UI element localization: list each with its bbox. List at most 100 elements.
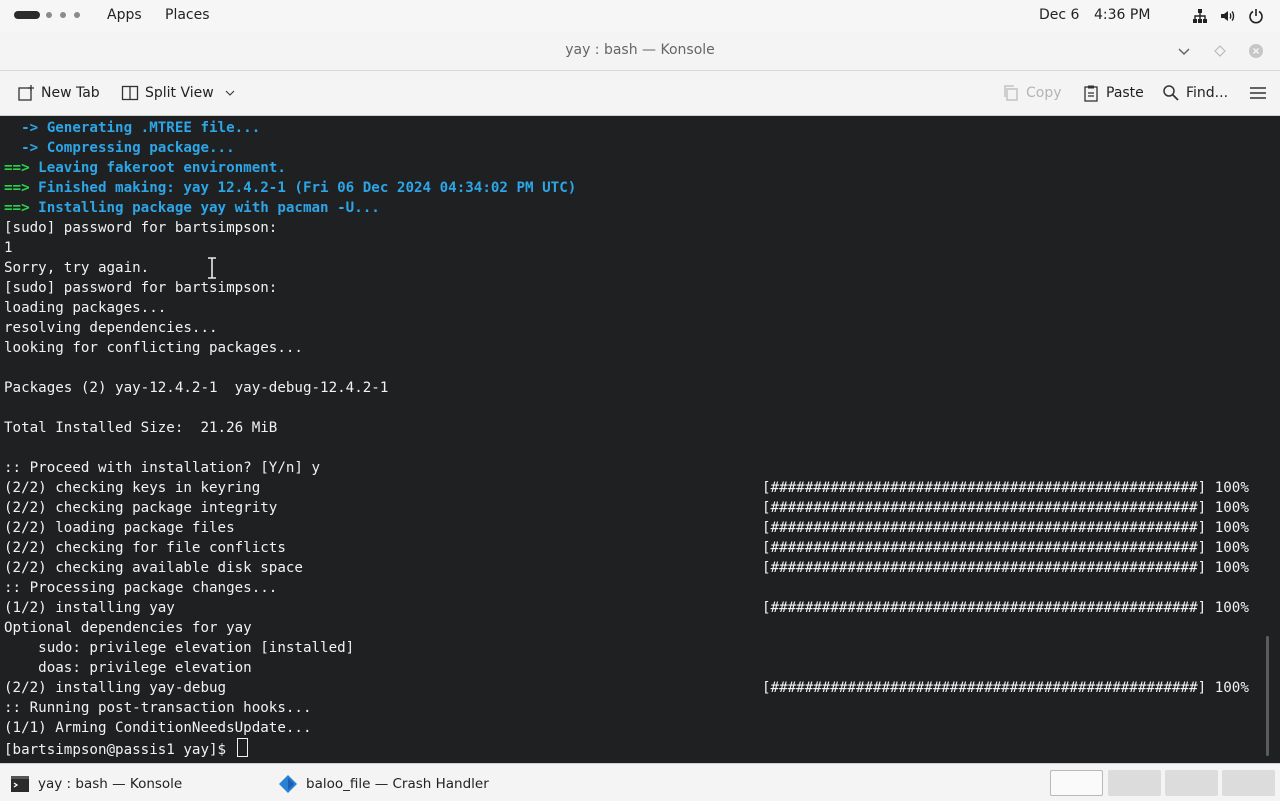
clock-date[interactable]: Dec 6 — [1039, 7, 1079, 23]
terminal-line: ==> Leaving fakeroot environment. — [4, 158, 1259, 178]
terminal-text: :: Running post-transaction hooks... — [4, 700, 312, 716]
close-icon[interactable] — [1248, 43, 1264, 59]
terminal-line: (1/2) installing yay [###################… — [4, 598, 1259, 618]
progress-bar-text: [#######################################… — [762, 600, 1249, 616]
places-menu[interactable]: Places — [165, 7, 210, 23]
terminal-text: [sudo] password for bartsimpson: — [4, 220, 278, 236]
terminal-line: :: Processing package changes... — [4, 578, 1259, 598]
terminal-text: -> — [4, 120, 47, 136]
clock-time[interactable]: 4:36 PM — [1094, 7, 1150, 23]
new-tab-button[interactable]: New Tab — [17, 84, 100, 102]
taskbar-item-crash-handler[interactable]: baloo_file — Crash Handler — [278, 774, 489, 794]
terminal-line: Packages (2) yay-12.4.2-1 yay-debug-12.4… — [4, 378, 1259, 398]
terminal-text: Installing package yay with pacman -U... — [38, 200, 380, 216]
terminal-line: -> Compressing package... — [4, 138, 1259, 158]
terminal-line: resolving dependencies... — [4, 318, 1259, 338]
crash-handler-icon — [279, 775, 297, 793]
terminal-text: (1/2) installing yay — [4, 600, 175, 616]
paste-label: Paste — [1106, 85, 1144, 101]
terminal-text: (2/2) loading package files — [4, 520, 235, 536]
terminal-text: Leaving fakeroot environment. — [38, 160, 286, 176]
paste-button[interactable]: Paste — [1082, 84, 1144, 102]
terminal-output: -> Generating .MTREE file... -> Compress… — [4, 118, 1259, 758]
terminal-text: resolving dependencies... — [4, 320, 218, 336]
terminal-text: (2/2) checking available disk space — [4, 560, 303, 576]
taskbar-item-konsole[interactable]: yay : bash — Konsole — [10, 774, 182, 794]
volume-icon[interactable] — [1220, 8, 1236, 24]
terminal-text: (2/2) checking for file conflicts — [4, 540, 286, 556]
minimize-chevron-icon[interactable] — [1176, 43, 1192, 59]
taskbar-item-label: yay : bash — Konsole — [38, 776, 183, 792]
progress-bar-text: [#######################################… — [762, 560, 1249, 576]
terminal-text: Compressing package... — [46, 140, 235, 156]
maximize-diamond-icon[interactable] — [1212, 43, 1228, 59]
terminal-text: loading packages... — [4, 300, 167, 316]
apps-menu[interactable]: Apps — [107, 7, 142, 23]
terminal-text: ==> — [4, 180, 39, 196]
terminal-text: -> — [4, 140, 47, 156]
terminal-line: Sorry, try again. — [4, 258, 1259, 278]
workspace-1[interactable] — [1050, 770, 1103, 796]
progress-bar-text: [#######################################… — [762, 540, 1249, 556]
paste-icon — [1084, 85, 1098, 102]
konsole-toolbar: New Tab Split View Copy Paste Find... — [0, 71, 1280, 116]
terminal-line: -> Generating .MTREE file... — [4, 118, 1259, 138]
workspace-2[interactable] — [1108, 770, 1161, 796]
terminal-line: (1/1) Arming ConditionNeedsUpdate... — [4, 718, 1259, 738]
terminal-cursor — [236, 738, 248, 757]
terminal-text: ==> — [4, 160, 39, 176]
network-icon[interactable] — [1192, 8, 1208, 24]
terminal-line: (2/2) loading package files [############… — [4, 518, 1259, 538]
terminal-view[interactable]: -> Generating .MTREE file... -> Compress… — [0, 116, 1280, 761]
terminal-line: (2/2) checking keys in keyring [#########… — [4, 478, 1259, 498]
window-title: yay : bash — Konsole — [565, 42, 715, 58]
terminal-line: doas: privilege elevation — [4, 658, 1259, 678]
terminal-text: Generating .MTREE file... — [46, 120, 261, 136]
terminal-line: :: Running post-transaction hooks... — [4, 698, 1259, 718]
terminal-text: [sudo] password for bartsimpson: — [4, 280, 278, 296]
terminal-line: (2/2) checking package integrity [#######… — [4, 498, 1259, 518]
split-view-button[interactable]: Split View — [121, 84, 236, 102]
search-icon — [1163, 85, 1179, 101]
find-button[interactable]: Find... — [1162, 84, 1228, 102]
terminal-text: looking for conflicting packages... — [4, 340, 303, 356]
split-view-icon — [121, 85, 139, 101]
top-panel: Apps Places Dec 6 4:36 PM — [0, 0, 1280, 32]
terminal-line: Optional dependencies for yay — [4, 618, 1259, 638]
split-view-label: Split View — [145, 85, 214, 101]
workspace-4[interactable] — [1222, 770, 1275, 796]
terminal-text: Packages (2) yay-12.4.2-1 yay-debug-12.4… — [4, 380, 389, 396]
terminal-text: 1 — [4, 240, 13, 256]
progress-bar-text: [#######################################… — [762, 520, 1249, 536]
progress-bar-text: [#######################################… — [762, 480, 1249, 496]
window-titlebar[interactable]: yay : bash — Konsole — [0, 32, 1280, 71]
terminal-text: :: Proceed with installation? [Y/n] y — [4, 460, 321, 476]
copy-button[interactable]: Copy — [1002, 84, 1062, 102]
shell-prompt-line[interactable]: [bartsimpson@passis1 yay]$ — [4, 738, 1259, 758]
terminal-scrollbar[interactable] — [1266, 636, 1269, 756]
terminal-text: ==> — [4, 200, 39, 216]
taskbar-item-label: baloo_file — Crash Handler — [306, 776, 489, 792]
copy-label: Copy — [1026, 85, 1062, 101]
find-label: Find... — [1186, 85, 1229, 101]
new-tab-label: New Tab — [41, 85, 100, 101]
power-icon[interactable] — [1248, 8, 1264, 24]
terminal-line: :: Proceed with installation? [Y/n] y — [4, 458, 1259, 478]
terminal-icon — [11, 776, 29, 792]
terminal-text: :: Processing package changes... — [4, 580, 278, 596]
terminal-line: looking for conflicting packages... — [4, 338, 1259, 358]
progress-bar-text: [#######################################… — [762, 500, 1249, 516]
shell-prompt: [bartsimpson@passis1 yay]$ — [4, 742, 235, 758]
workspace-3[interactable] — [1165, 770, 1218, 796]
terminal-text: (2/2) checking keys in keyring — [4, 480, 261, 496]
copy-icon — [1004, 85, 1018, 101]
terminal-text: (2/2) installing yay-debug — [4, 680, 227, 696]
hamburger-menu-button[interactable] — [1249, 84, 1267, 102]
terminal-line: (2/2) checking for file conflicts [######… — [4, 538, 1259, 558]
terminal-line: Total Installed Size: 21.26 MiB — [4, 418, 1259, 438]
terminal-text: Sorry, try again. — [4, 260, 150, 276]
terminal-text: doas: privilege elevation — [4, 660, 252, 676]
